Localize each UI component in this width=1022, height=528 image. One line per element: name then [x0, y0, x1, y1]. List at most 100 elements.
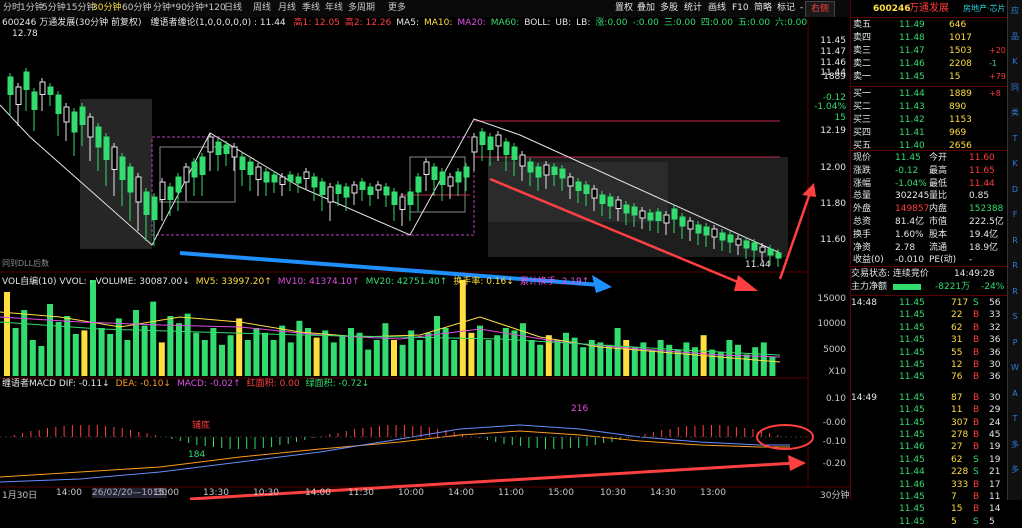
- candle: [143, 191, 150, 215]
- tick-price: 11.46: [899, 442, 925, 453]
- ask-row-1[interactable]: 卖四 11.48 1017: [851, 32, 1008, 45]
- candle: [63, 106, 70, 123]
- volume-info-line: VOL自编(10) VVOL: - VOLUME: 30087.00↓ MV5: …: [2, 276, 595, 288]
- candle: [239, 156, 246, 170]
- period-button-10[interactable]: 月线: [278, 2, 296, 15]
- stock-code: 600246: [873, 4, 911, 14]
- vol-info-2: MV10: 41374.10↑: [277, 277, 360, 287]
- sidebar-icon-11[interactable]: R: [1009, 285, 1021, 298]
- period-button-2[interactable]: 5分钟: [42, 2, 66, 15]
- macd-axis-label-2: -0.10: [822, 437, 846, 447]
- candle: [511, 146, 518, 160]
- toolbar-button-4[interactable]: 画线: [708, 2, 726, 15]
- period-button-5[interactable]: 60分钟: [122, 2, 151, 15]
- sidebar-icon-12[interactable]: S: [1009, 310, 1021, 323]
- tick-volume: 27: [951, 442, 963, 453]
- sidebar-icon-10[interactable]: R: [1009, 259, 1021, 272]
- tick-row: 11.45 7 B 11: [851, 491, 1008, 504]
- toolbar-button-5[interactable]: F10: [732, 2, 749, 15]
- candle: [431, 166, 438, 180]
- kline-chart[interactable]: [0, 17, 850, 500]
- toolbar-button-3[interactable]: 统计: [684, 2, 702, 15]
- candle: [375, 184, 382, 191]
- ma-label-6: BOLL:: [524, 18, 551, 28]
- candle: [39, 81, 46, 95]
- tick-price: 11.45: [899, 310, 925, 321]
- right-side-tab[interactable]: 右侧: [805, 1, 835, 18]
- toolbar-button-0[interactable]: 置权: [615, 2, 633, 15]
- candle: [623, 204, 630, 214]
- period-button-13[interactable]: 多周期: [348, 2, 375, 15]
- sidebar-icon-18[interactable]: 多: [1009, 463, 1021, 476]
- candle: [327, 186, 334, 203]
- stat-value-2: 11.60: [969, 153, 995, 163]
- ma-label-14: 六:0.00: [775, 18, 808, 28]
- candle: [671, 208, 678, 220]
- period-button-0[interactable]: 分时: [3, 2, 21, 15]
- candle: [295, 176, 302, 184]
- bid-row-0[interactable]: 买一 11.44 1889 +8: [851, 88, 1008, 101]
- period-button-1[interactable]: 1分钟: [20, 2, 44, 15]
- candle: [359, 181, 366, 190]
- bid-row-1[interactable]: 买二 11.43 890: [851, 101, 1008, 114]
- sidebar-icon-14[interactable]: W: [1009, 361, 1021, 374]
- toolbar-button-7[interactable]: 标记: [777, 2, 795, 15]
- period-button-12[interactable]: 年线: [325, 2, 343, 15]
- candle: [551, 166, 558, 175]
- toolbar-button-6[interactable]: 简略: [754, 2, 772, 15]
- period-button-8[interactable]: 日线: [224, 2, 242, 15]
- volume-bar: [12, 328, 19, 376]
- bid-row-3[interactable]: 买四 11.41 969: [851, 127, 1008, 140]
- sidebar-icon-7[interactable]: D: [1009, 183, 1021, 196]
- stat-value-1: 149857: [895, 204, 930, 215]
- ma-label-7: UB:: [555, 18, 572, 28]
- sidebar-icon-8[interactable]: F: [1009, 208, 1021, 221]
- toolbar-button-2[interactable]: 多股: [660, 2, 678, 15]
- volume-bar: [760, 342, 767, 376]
- tick-count: 5: [989, 516, 995, 527]
- sidebar-icon-6[interactable]: K: [1009, 157, 1021, 170]
- volume-bar: [339, 335, 346, 376]
- volume-bar: [330, 342, 337, 376]
- toolbar-button-8[interactable]: -: [800, 2, 803, 15]
- stat-value-2: 19.4亿: [969, 229, 999, 240]
- toolbar-button-1[interactable]: 叠加: [637, 2, 655, 15]
- volume-bar: [425, 332, 432, 376]
- ask-row-4[interactable]: 卖一 11.45 15 +79: [851, 71, 1008, 84]
- sidebar-icon-15[interactable]: A: [1009, 387, 1021, 400]
- sidebar-icon-2[interactable]: K: [1009, 55, 1021, 68]
- ask-row-0[interactable]: 卖五 11.49 646: [851, 19, 1008, 32]
- period-button-9[interactable]: 周线: [253, 2, 271, 15]
- vol-info-1: MV5: 33997.20↑: [195, 277, 272, 287]
- sidebar-icon-17[interactable]: 多: [1009, 438, 1021, 451]
- volume-bar: [451, 340, 458, 376]
- sidebar-icon-3[interactable]: 同: [1009, 81, 1021, 94]
- sidebar-icon-16[interactable]: T: [1009, 412, 1021, 425]
- stat-label-1: 涨幅: [853, 178, 872, 189]
- period-button-4[interactable]: 30分钟: [92, 2, 121, 15]
- sidebar-icon-9[interactable]: R: [1009, 234, 1021, 247]
- candle: [263, 171, 270, 183]
- ask-row-2[interactable]: 卖三 11.47 1503 +20: [851, 45, 1008, 58]
- volume-bar: [434, 316, 440, 376]
- sidebar-icon-4[interactable]: 类: [1009, 106, 1021, 119]
- candle: [607, 196, 614, 207]
- sidebar-icon-13[interactable]: P: [1009, 336, 1021, 349]
- bid-row-2[interactable]: 买三 11.42 1153: [851, 114, 1008, 127]
- candle: [183, 166, 190, 183]
- ask-row-3[interactable]: 卖二 11.46 2208 -1: [851, 58, 1008, 71]
- sidebar-icon-5[interactable]: T: [1009, 132, 1021, 145]
- period-button-11[interactable]: 季线: [302, 2, 320, 15]
- sidebar-icon-0[interactable]: 应: [1009, 4, 1021, 17]
- stat-label-2: 股本: [929, 229, 948, 240]
- ask-volume: 1503: [949, 46, 972, 56]
- tick-volume: 31: [951, 335, 963, 346]
- candle: [71, 111, 78, 133]
- sidebar-icon-1[interactable]: 品: [1009, 30, 1021, 43]
- x-axis-label-10: 11:00: [498, 488, 524, 498]
- period-button-14[interactable]: 更多: [388, 2, 406, 15]
- period-button-7[interactable]: 分钟*120: [186, 2, 226, 15]
- volume-bar: [150, 301, 157, 376]
- stat-label-2: 市值: [929, 217, 948, 227]
- period-button-6[interactable]: 分钟*90: [153, 2, 187, 15]
